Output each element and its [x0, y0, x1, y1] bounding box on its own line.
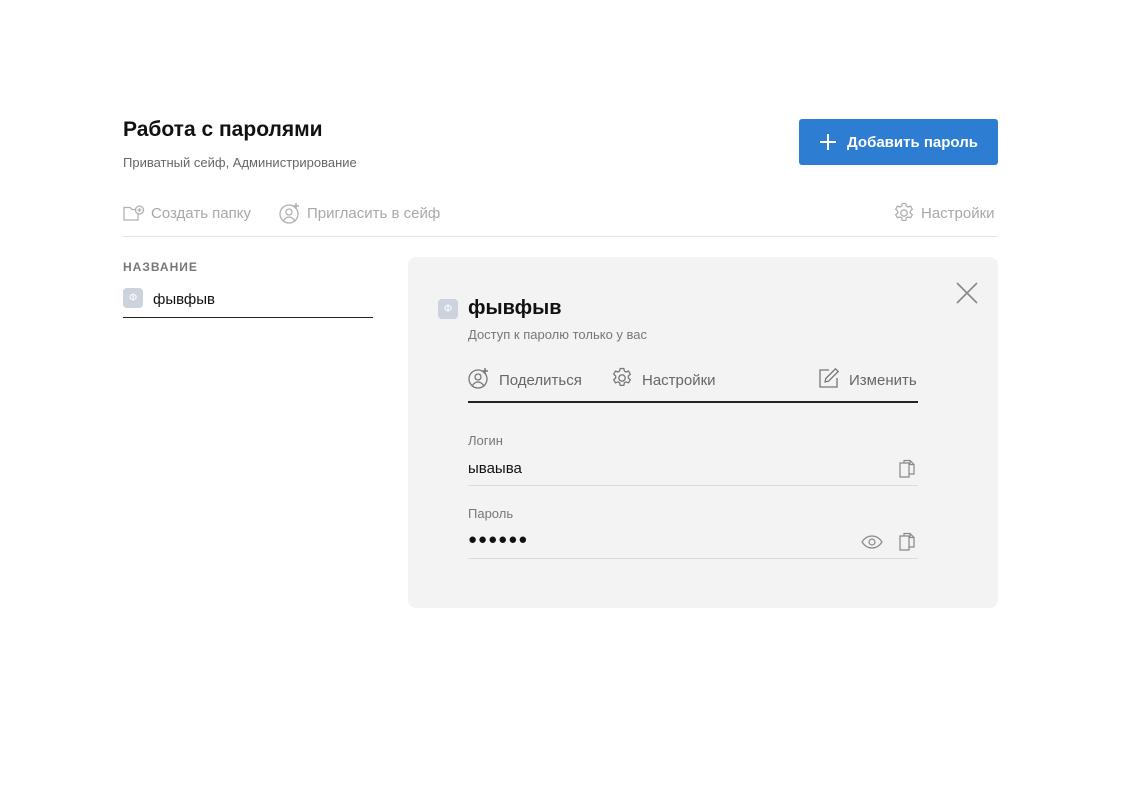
login-value[interactable]: ываыва [468, 460, 522, 477]
gear-icon [893, 202, 915, 224]
password-field: ●●●●●● [468, 531, 918, 559]
eye-icon[interactable] [861, 531, 883, 553]
close-icon[interactable] [953, 279, 981, 307]
detail-title: фывфыв [468, 297, 562, 319]
invite-to-vault-label: Пригласить в сейф [307, 204, 441, 222]
item-settings-label: Настройки [642, 371, 716, 389]
share-button[interactable]: Поделиться [468, 367, 582, 393]
create-folder-label: Создать папку [151, 204, 251, 222]
vault-toolbar: Создать папку Пригласить в сейф Настройк… [123, 200, 998, 237]
invite-to-vault-button[interactable]: Пригласить в сейф [279, 200, 440, 226]
item-avatar: Ф [123, 288, 143, 308]
item-settings-button[interactable]: Настройки [611, 367, 716, 393]
item-name: фывфыв [153, 291, 216, 308]
plus-icon [819, 133, 837, 151]
user-add-icon [279, 202, 301, 224]
copy-icon[interactable] [896, 531, 918, 553]
folder-add-icon [123, 204, 145, 222]
page-title: Работа с паролями [123, 118, 323, 141]
password-value[interactable]: ●●●●●● [468, 531, 528, 548]
copy-icon[interactable] [896, 458, 918, 480]
gear-icon [611, 367, 633, 393]
add-password-button[interactable]: Добавить пароль [799, 119, 998, 165]
detail-actions: Поделиться Настройки Изменить [468, 365, 918, 403]
vault-settings-button[interactable]: Настройки [893, 200, 995, 226]
add-password-label: Добавить пароль [847, 133, 978, 151]
vault-settings-label: Настройки [921, 204, 995, 222]
name-column-header: НАЗВАНИЕ [123, 260, 198, 274]
edit-label: Изменить [849, 371, 917, 389]
user-add-icon [468, 367, 490, 393]
page-subtitle: Приватный сейф, Администрирование [123, 155, 357, 170]
login-label: Логин [468, 433, 503, 448]
detail-subtitle: Доступ к паролю только у вас [468, 327, 648, 342]
share-label: Поделиться [499, 371, 582, 389]
edit-icon [818, 367, 840, 393]
login-field: ываыва [468, 458, 918, 486]
password-detail-panel: Ф фывфыв Доступ к паролю только у вас По… [408, 257, 998, 608]
create-folder-button[interactable]: Создать папку [123, 200, 251, 226]
password-list-item[interactable]: Ф фывфыв [123, 288, 373, 318]
edit-button[interactable]: Изменить [818, 367, 917, 393]
password-manager-page: Работа с паролями Приватный сейф, Админи… [0, 0, 1122, 793]
password-label: Пароль [468, 506, 514, 521]
detail-avatar: Ф [438, 299, 458, 319]
